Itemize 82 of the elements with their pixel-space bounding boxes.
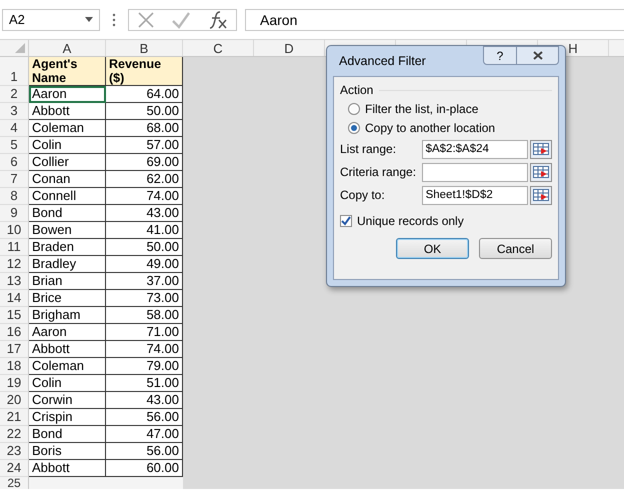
row-header[interactable]: 25 <box>0 477 29 489</box>
row-header[interactable]: 15 <box>0 307 29 324</box>
grid-icon <box>533 143 550 155</box>
field-label: Criteria range: <box>340 165 418 179</box>
radio-option[interactable]: Copy to another location <box>348 120 552 135</box>
help-button[interactable]: ? <box>483 46 517 65</box>
range-field[interactable]: $A$2:$A$24 <box>422 140 528 158</box>
table-cell: Bond <box>29 426 106 443</box>
check-icon[interactable] <box>171 10 192 28</box>
row-header[interactable]: 6 <box>0 154 29 171</box>
close-icon <box>532 51 542 60</box>
table-cell: Abbott <box>29 103 106 120</box>
column-header[interactable]: C <box>183 40 254 56</box>
row-header[interactable]: 24 <box>0 460 29 477</box>
table-cell: Bond <box>29 205 106 222</box>
table-cell: Aaron <box>29 86 106 103</box>
row-header[interactable]: 1 <box>0 57 29 86</box>
more-icon[interactable] <box>112 12 116 26</box>
row-header[interactable]: 17 <box>0 341 29 358</box>
row-header[interactable]: 9 <box>0 205 29 222</box>
row-header[interactable]: 21 <box>0 409 29 426</box>
close-button[interactable] <box>517 46 559 65</box>
row-header[interactable]: 4 <box>0 120 29 137</box>
table-cell: Brian <box>29 273 106 290</box>
row-header[interactable]: 18 <box>0 358 29 375</box>
row-header[interactable]: 3 <box>0 103 29 120</box>
table-cell: Boris <box>29 443 106 460</box>
table-cell: Braden <box>29 239 106 256</box>
column-header[interactable]: D <box>254 40 325 56</box>
cancel-button[interactable]: Cancel <box>479 238 552 259</box>
row-header[interactable]: 11 <box>0 239 29 256</box>
row-header[interactable]: 8 <box>0 188 29 205</box>
field-label: List range: <box>340 142 398 156</box>
table-cell: Connell <box>29 188 106 205</box>
row-header[interactable]: 7 <box>0 171 29 188</box>
grid-icon <box>533 166 550 178</box>
table-cell: Crispin <box>29 409 106 426</box>
radio-option[interactable]: Filter the list, in-place <box>348 101 552 116</box>
row-header[interactable]: 19 <box>0 375 29 392</box>
table-cell: Corwin <box>29 392 106 409</box>
row-header[interactable]: 13 <box>0 273 29 290</box>
name-box[interactable]: A2 <box>2 8 100 30</box>
unique-records-checkbox[interactable]: Unique records only <box>340 214 552 228</box>
table-cell: Colin <box>29 137 106 154</box>
table-cell: Coleman <box>29 358 106 375</box>
table-cell: Bowen <box>29 222 106 239</box>
row-header[interactable]: 20 <box>0 392 29 409</box>
table-cell: Aaron <box>29 324 106 341</box>
range-picker-button[interactable] <box>530 140 552 158</box>
row-header[interactable]: 2 <box>0 86 29 103</box>
header-cell: Revenue ($) <box>106 57 183 86</box>
ok-button[interactable]: OK <box>396 238 469 259</box>
table-cell: Conan <box>29 171 106 188</box>
table-cell: Brigham <box>29 307 106 324</box>
table-cell: Brice <box>29 290 106 307</box>
table-cell: Collier <box>29 154 106 171</box>
group-label: Action <box>340 83 374 97</box>
range-picker-button[interactable] <box>530 162 552 182</box>
row-header[interactable]: 16 <box>0 324 29 341</box>
row-header[interactable]: 5 <box>0 137 29 154</box>
row-header[interactable]: 14 <box>0 290 29 307</box>
row-header[interactable]: 23 <box>0 443 29 460</box>
grid-icon <box>533 189 550 201</box>
formula-field[interactable]: Aaron <box>245 8 624 30</box>
table-cell: Coleman <box>29 120 106 137</box>
caret-icon <box>85 17 93 22</box>
header-cell: Agent's Name <box>29 57 106 86</box>
row-header[interactable]: 12 <box>0 256 29 273</box>
column-header[interactable]: B <box>106 40 183 56</box>
table-cell: Abbott <box>29 341 106 358</box>
function-icon[interactable] <box>208 10 228 30</box>
table-cell: Colin <box>29 375 106 392</box>
table-cell: Bradley <box>29 256 106 273</box>
range-picker-button[interactable] <box>530 186 552 204</box>
row-header[interactable]: 10 <box>0 222 29 239</box>
column-header[interactable]: A <box>29 40 106 56</box>
range-field[interactable] <box>422 162 528 182</box>
row-header[interactable]: 22 <box>0 426 29 443</box>
dialog-title: Advanced Filter <box>339 54 426 68</box>
field-label: Copy to: <box>340 188 386 202</box>
check-icon <box>341 216 351 226</box>
range-field[interactable]: Sheet1!$D$2 <box>422 186 528 204</box>
